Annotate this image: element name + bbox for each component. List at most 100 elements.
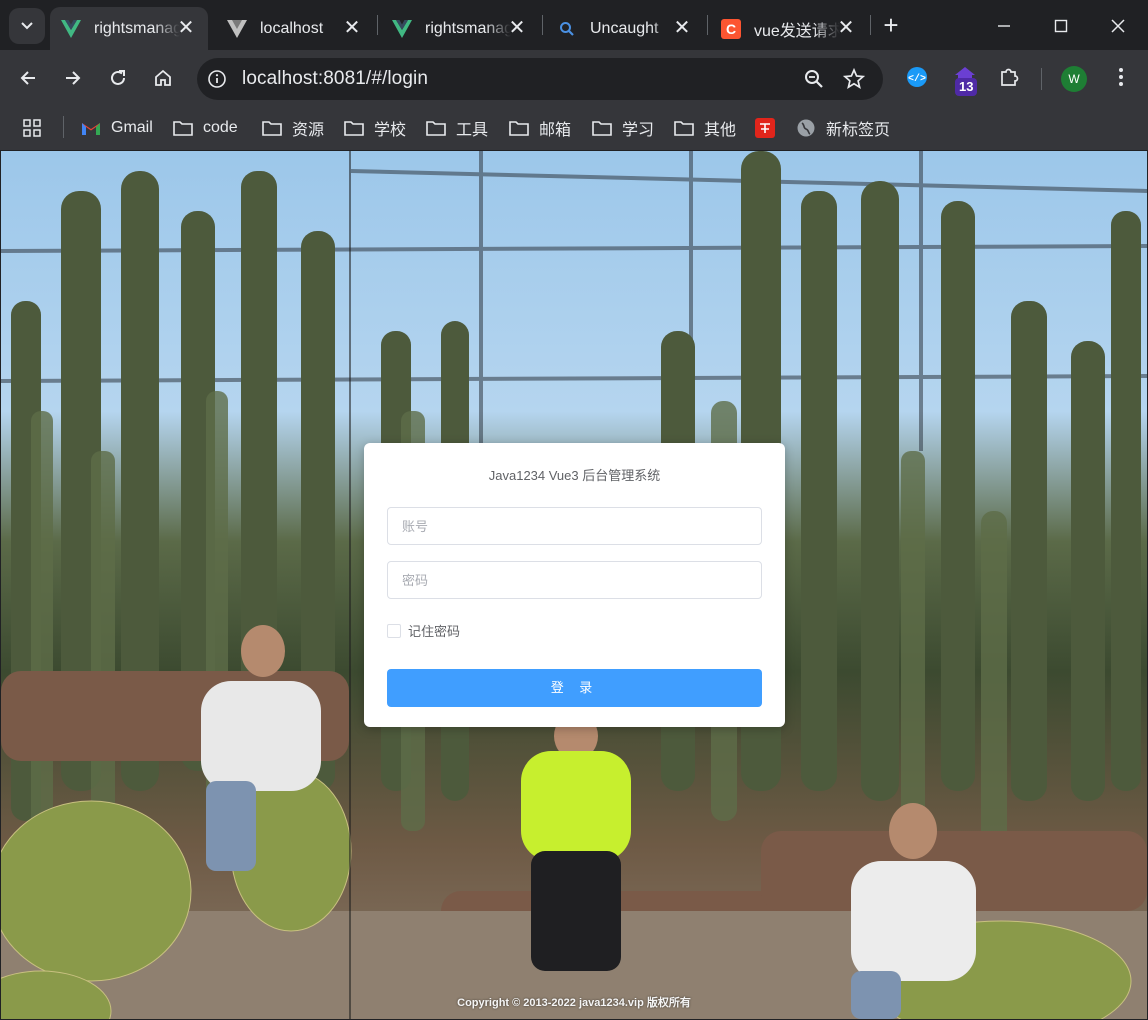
url-text[interactable]: localhost:8081/#/login	[242, 68, 428, 90]
tab-search-button[interactable]	[9, 8, 45, 44]
close-tab-icon[interactable]: ✕	[507, 18, 527, 38]
bookmark-label: 资源	[292, 122, 325, 139]
profile-avatar[interactable]: W	[1061, 66, 1087, 92]
chevron-down-icon	[21, 22, 33, 30]
bookmark-label: 邮箱	[539, 122, 572, 139]
bookmark-label: 其他	[704, 122, 737, 139]
arrow-right-icon	[66, 71, 81, 85]
copyright-footer: Copyright © 2013-2022 java1234.vip 版权所有	[457, 997, 691, 1009]
apps-grid-icon	[23, 119, 41, 137]
login-button[interactable]: 登 录	[387, 669, 762, 707]
password-field[interactable]	[387, 561, 762, 599]
reload-icon	[111, 70, 125, 85]
svg-text:</>: </>	[908, 73, 926, 85]
vite-logo-icon	[226, 18, 248, 40]
checkbox-box[interactable]	[387, 623, 401, 638]
folder-icon	[674, 118, 694, 138]
gmail-icon	[81, 118, 101, 138]
folder-icon	[262, 118, 282, 138]
vue-logo-icon	[391, 18, 413, 40]
close-tab-icon[interactable]: ✕	[836, 18, 856, 38]
back-button[interactable]	[10, 60, 46, 96]
new-tab-button[interactable]: +	[878, 12, 904, 39]
red-app-icon	[755, 118, 775, 138]
bookmark-other[interactable]: 其他	[674, 115, 736, 141]
reload-button[interactable]	[100, 60, 136, 96]
bookmarks-separator	[63, 116, 64, 138]
close-tab-icon[interactable]: ✕	[176, 18, 196, 38]
remember-password-checkbox[interactable]: 记住密码	[387, 621, 460, 640]
tab-title: rightsmanager	[425, 19, 511, 37]
info-icon[interactable]	[207, 69, 227, 89]
tab-title: rightsmanager	[94, 19, 180, 37]
tab-separator	[707, 15, 708, 35]
tab-separator	[870, 15, 871, 35]
apps-button[interactable]	[22, 115, 42, 141]
maximize-icon	[1054, 19, 1068, 33]
bookmark-label: Gmail	[111, 119, 153, 136]
username-input[interactable]	[388, 508, 761, 544]
arrow-left-icon	[20, 71, 35, 85]
tab-rightsmanager-active[interactable]: rightsmanager ✕	[50, 7, 208, 50]
tab-title: localhost	[260, 19, 324, 37]
password-input[interactable]	[388, 562, 761, 598]
bookmark-code[interactable]: code	[173, 115, 238, 141]
tab-strip: rightsmanager ✕ localhost ✕ rightsmanage…	[0, 0, 1148, 50]
address-bar[interactable]: localhost:8081/#/login	[197, 58, 883, 100]
forward-button[interactable]	[55, 60, 91, 96]
tab-vue-request[interactable]: C vue发送请求 ✕	[710, 7, 868, 50]
bookmark-gmail[interactable]: Gmail	[81, 115, 153, 141]
extension-badge: 13	[955, 78, 978, 96]
folder-icon	[509, 118, 529, 138]
zoom-icon[interactable]	[803, 68, 825, 90]
image-seam	[349, 151, 351, 1019]
tab-rightsmanager[interactable]: rightsmanager ✕	[381, 7, 539, 50]
bookmark-mail[interactable]: 邮箱	[509, 115, 571, 141]
bookmarks-bar: Gmail code 资源 学校 工具 邮箱 学习 其他 新标签页	[0, 106, 1148, 150]
close-icon	[1111, 19, 1125, 33]
username-field[interactable]	[387, 507, 762, 545]
bookmark-resources[interactable]: 资源	[262, 115, 324, 141]
globe-icon	[796, 118, 816, 138]
bookmark-label: 新标签页	[826, 122, 891, 139]
tab-localhost[interactable]: localhost ✕	[216, 7, 374, 50]
close-tab-icon[interactable]: ✕	[672, 18, 692, 38]
svg-text:C: C	[726, 21, 736, 37]
bookmark-red-app[interactable]	[755, 115, 785, 141]
bookmark-study[interactable]: 学习	[592, 115, 654, 141]
bookmark-school[interactable]: 学校	[344, 115, 406, 141]
bookmark-label: 学校	[374, 122, 407, 139]
bookmark-label: 工具	[456, 122, 489, 139]
minimize-button[interactable]	[981, 8, 1027, 44]
bookmark-label: 学习	[622, 122, 655, 139]
home-icon	[155, 69, 171, 86]
login-form: Java1234 Vue3 后台管理系统 记住密码 登 录	[364, 443, 785, 727]
close-window-button[interactable]	[1095, 8, 1141, 44]
tab-separator	[377, 15, 378, 35]
tab-title: Uncaught	[590, 19, 659, 37]
vue-logo-icon	[60, 18, 82, 40]
tab-uncaught[interactable]: Uncaught ✕	[546, 7, 704, 50]
kebab-menu-icon[interactable]	[1106, 62, 1136, 92]
bookmark-label: code	[203, 119, 238, 136]
maximize-button[interactable]	[1038, 8, 1084, 44]
home-button[interactable]	[145, 60, 181, 96]
bookmark-new-tab[interactable]: 新标签页	[796, 115, 890, 141]
toolbar-separator	[1041, 68, 1042, 90]
devtools-extension-icon[interactable]: </>	[902, 62, 932, 92]
extensions-puzzle-icon[interactable]	[994, 62, 1024, 92]
page-viewport: Java1234 Vue3 后台管理系统 记住密码 登 录 Copyright …	[1, 151, 1147, 1019]
folder-icon	[173, 118, 193, 138]
folder-icon	[426, 118, 446, 138]
close-tab-icon[interactable]: ✕	[342, 18, 362, 38]
csdn-logo-icon: C	[720, 18, 742, 40]
folder-icon	[592, 118, 612, 138]
login-title: Java1234 Vue3 后台管理系统	[488, 468, 661, 483]
tab-title: vue发送请求	[754, 22, 840, 40]
bookmark-tools[interactable]: 工具	[426, 115, 488, 141]
minimize-icon	[998, 25, 1010, 27]
search-icon	[556, 18, 578, 40]
remember-password-label: 记住密码	[408, 624, 461, 639]
folder-icon	[344, 118, 364, 138]
bookmark-star-icon[interactable]	[843, 68, 865, 90]
